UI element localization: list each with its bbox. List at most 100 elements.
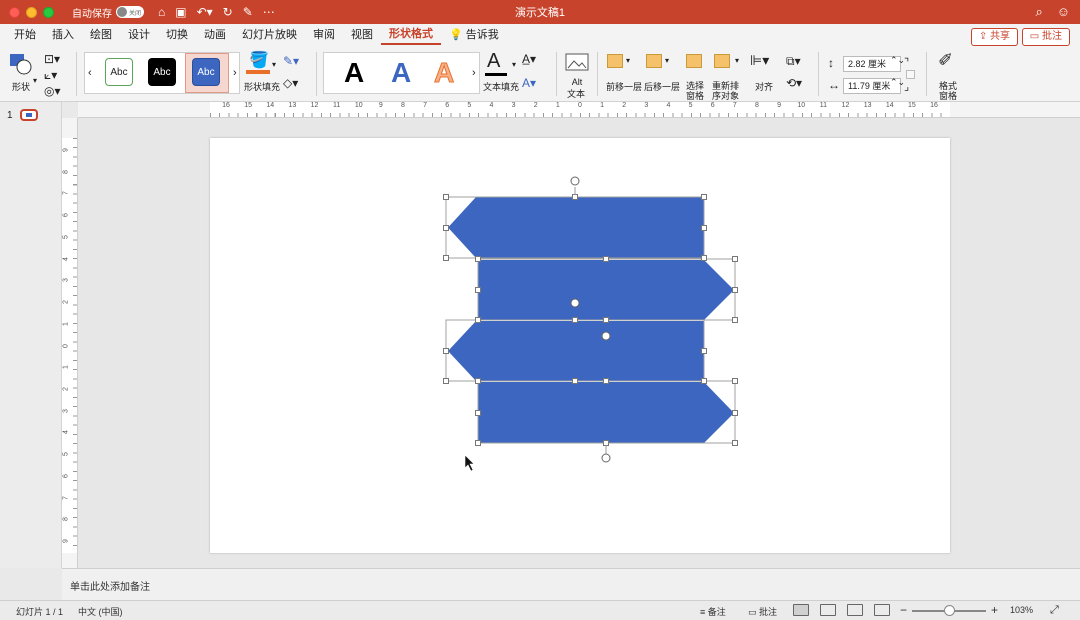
close-window-button[interactable] [9,6,20,18]
bring-forward-label: 前移一层 [606,82,643,92]
share-label: 共享 [990,31,1010,42]
zoom-window-button[interactable] [43,6,54,18]
ruler-h-label: 12 [310,102,319,109]
ruler-v-label: 9 [62,148,70,152]
tab-tell-me[interactable]: 💡 告诉我 [441,24,507,46]
text-fill-dropdown-icon[interactable]: ▾ [512,60,516,69]
group-icon[interactable]: ⧉▾ [786,54,801,69]
wordart-black[interactable]: A [344,57,364,89]
slide-sorter-button[interactable] [820,604,836,616]
zoom-out-button[interactable]: − [900,603,907,617]
arrow-shape-2[interactable] [478,260,734,320]
edit-shape-icon[interactable]: ⟀▾ [44,68,57,83]
tab-review[interactable]: 审阅 [305,24,343,46]
rotate-icon[interactable]: ⟲▾ [786,76,802,90]
wordart-blue[interactable]: A [391,57,411,89]
tab-shape-format[interactable]: 形状格式 [381,25,441,45]
ruler-h-label: 5 [688,102,693,109]
tab-animations[interactable]: 动画 [196,24,234,46]
lock-aspect-checkbox[interactable] [906,70,915,79]
ruler-h-label: 13 [863,102,872,109]
redo-icon[interactable]: ↻ [223,5,233,19]
slide-editor-area [78,118,1080,568]
normal-view-button[interactable] [793,604,809,616]
ruler-v-label: 7 [62,191,70,196]
ruler-h-label: 7 [423,102,428,109]
arrow-shape-3[interactable] [448,321,704,381]
bring-forward-icon[interactable] [607,54,623,68]
comments-button[interactable]: ▭ 批注 [1021,28,1070,46]
zoom-in-button[interactable]: + [991,603,998,617]
fit-slide-icon[interactable]: ⤢ [1050,604,1059,617]
shape-outline-icon[interactable]: ✎▾ [283,54,299,68]
share-button[interactable]: ⇪ 共享 [970,28,1018,46]
wordart-orange[interactable]: A [433,57,454,89]
send-backward-icon[interactable] [646,54,662,68]
fill-dropdown-icon[interactable]: ▾ [272,60,276,69]
height-stepper-icon[interactable]: ⌃⌄ [890,55,905,66]
tab-view[interactable]: 视图 [343,24,381,46]
gallery-next-icon[interactable]: › [233,67,237,79]
merge-shapes-icon[interactable]: ◎▾ [44,84,61,98]
comments-toggle-button[interactable]: ▭ 批注 [748,605,777,618]
undo-icon[interactable]: ↶▾ [197,5,213,19]
wordart-next-icon[interactable]: › [472,67,476,79]
slideshow-view-button[interactable] [874,604,890,616]
reorder-label-2: 序对象 [712,91,740,101]
text-fill-icon[interactable]: A [487,50,500,73]
tab-home[interactable]: 开始 [6,24,44,46]
tab-transitions[interactable]: 切换 [158,24,196,46]
gallery-prev-icon[interactable]: ‹ [88,67,92,79]
autosave-label: 自动保存 [72,8,112,20]
shapes-icon[interactable] [8,52,32,76]
arrow-shape-1[interactable] [448,197,704,258]
style-outline-green[interactable]: Abc [105,58,133,86]
smiley-icon[interactable]: ☺ [1057,4,1070,20]
reading-view-button[interactable] [847,604,863,616]
size-dialog-icon[interactable]: ⌝ [904,56,909,69]
text-effects-icon[interactable]: A▾ [522,76,536,90]
language-indicator[interactable]: 中文 (中国) [78,605,123,618]
search-icon[interactable]: ⌕ [1035,4,1042,20]
size-dialog-icon-2[interactable]: ⌟ [904,80,909,93]
customize-icon[interactable]: ✎ [243,5,253,19]
reorder-objects-icon[interactable] [714,54,730,68]
fill-color-swatch [246,70,270,74]
more-icon[interactable]: ⋯ [263,5,275,19]
zoom-level[interactable]: 103% [1010,605,1033,615]
ruler-h-label: 9 [378,102,383,109]
send-backward-dropdown-icon[interactable]: ▾ [665,56,669,65]
reorder-dropdown-icon[interactable]: ▾ [735,56,739,65]
tab-design[interactable]: 设计 [120,24,158,46]
alt-text-icon[interactable] [565,52,589,74]
minimize-window-button[interactable] [26,6,37,18]
width-stepper-icon[interactable]: ⌃⌄ [890,77,905,88]
slide-canvas[interactable] [210,138,950,553]
notes-toggle-button[interactable]: ≡ 备注 [700,605,726,618]
shapes-dropdown-icon[interactable]: ▾ [33,76,37,85]
slide-thumbnail[interactable] [20,109,38,121]
arrow-shape-4[interactable] [478,382,734,443]
tab-draw[interactable]: 绘图 [82,24,120,46]
home-icon[interactable]: ⌂ [158,5,165,19]
ruler-v-label: 0 [62,343,70,348]
bring-forward-dropdown-icon[interactable]: ▾ [626,56,630,65]
text-box-icon[interactable]: ⊡▾ [44,52,60,66]
ruler-v-label: 7 [62,495,70,500]
width-icon: ↔ [828,78,840,92]
autosave-toggle[interactable]: 关闭 [116,6,144,18]
shape-effects-icon[interactable]: ◇▾ [283,76,298,90]
tab-slideshow[interactable]: 幻灯片放映 [234,24,305,46]
notes-pane[interactable]: 单击此处添加备注 [62,568,1080,600]
zoom-slider-knob[interactable] [944,605,955,616]
selected-shapes[interactable] [210,138,950,553]
paint-bucket-icon[interactable]: 🪣 [249,50,269,70]
style-black-fill[interactable]: Abc [148,58,176,86]
style-blue-fill[interactable]: Abc [192,58,220,86]
selection-pane-icon[interactable] [686,54,702,68]
text-outline-icon[interactable]: A̲▾ [522,52,536,66]
format-pane-icon[interactable]: ✐ [938,50,953,71]
save-icon[interactable]: ▣ [175,5,186,19]
align-icon[interactable]: ⊫▾ [750,52,769,69]
tab-insert[interactable]: 插入 [44,24,82,46]
